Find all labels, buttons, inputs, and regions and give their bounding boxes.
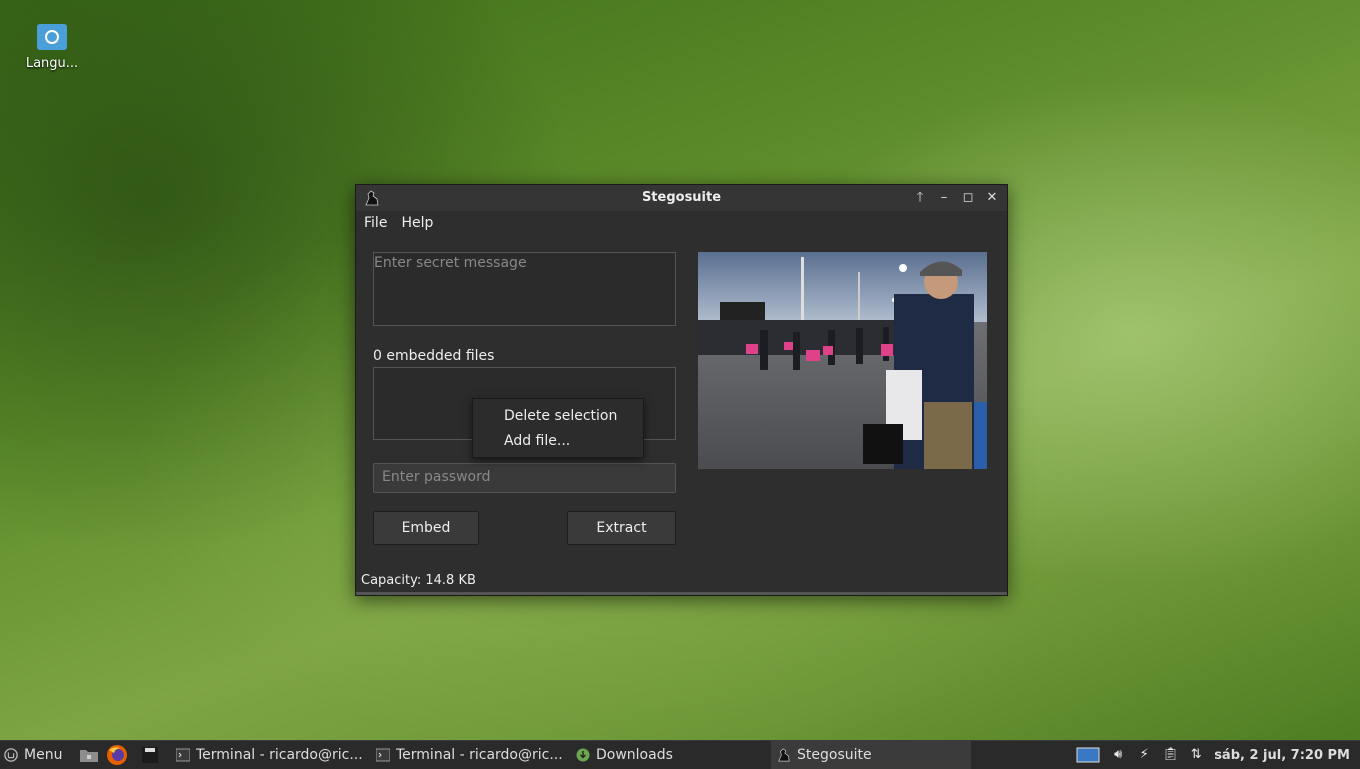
terminal-launcher-icon <box>142 747 158 763</box>
password-input[interactable]: Enter password <box>373 463 676 493</box>
firefox-launcher[interactable] <box>106 741 128 769</box>
workspace-switcher-icon[interactable] <box>1076 746 1100 764</box>
power-icon[interactable]: ⚡︎ <box>1136 747 1152 763</box>
folder-icon <box>80 750 98 762</box>
menu-label: Menu <box>24 747 63 763</box>
task-label: Terminal - ricardo@ric... <box>196 747 363 763</box>
terminal-icon <box>376 748 390 762</box>
menu-bar: File Help <box>356 211 1007 235</box>
network-icon[interactable]: ⇅ <box>1188 747 1204 763</box>
volume-icon[interactable]: 🔊︎ <box>1110 747 1126 763</box>
show-desktop-button[interactable] <box>141 741 159 769</box>
clock[interactable]: sáb, 2 jul, 7:20 PM <box>1214 748 1350 763</box>
delete-selection-item[interactable]: Delete selection <box>504 408 617 424</box>
language-flag-icon <box>37 24 67 50</box>
password-placeholder: Enter password <box>382 469 491 485</box>
maximize-icon[interactable]: ◻ <box>959 189 977 207</box>
title-bar[interactable]: Stegosuite 🡑 – ◻ ✕ <box>356 185 1007 211</box>
protest-photo <box>698 252 987 469</box>
extract-button[interactable]: Extract <box>567 511 676 545</box>
embed-button[interactable]: Embed <box>373 511 479 545</box>
taskbar: Menu Terminal - ricardo@ric... Terminal … <box>0 740 1360 769</box>
minimize-icon[interactable]: – <box>935 189 953 207</box>
mint-logo-icon <box>4 748 18 762</box>
task-downloads[interactable]: Downloads <box>576 741 673 769</box>
stegosuite-window: Stegosuite 🡑 – ◻ ✕ File Help Enter secre… <box>355 184 1008 596</box>
stegosuite-app-icon <box>778 748 790 762</box>
secret-message-placeholder: Enter secret message <box>374 255 527 271</box>
task-label: Terminal - ricardo@ric... <box>396 747 563 763</box>
context-menu: Delete selection Add file... <box>472 398 644 458</box>
desktop-icon-label: Langu... <box>25 56 79 71</box>
task-terminal-1[interactable]: Terminal - ricardo@ric... <box>176 741 363 769</box>
firefox-icon <box>107 745 127 765</box>
close-icon[interactable]: ✕ <box>983 189 1001 207</box>
cover-image-preview <box>698 252 987 469</box>
terminal-icon <box>176 748 190 762</box>
task-terminal-2[interactable]: Terminal - ricardo@ric... <box>376 741 563 769</box>
start-menu-button[interactable]: Menu <box>4 741 62 769</box>
window-title: Stegosuite <box>641 190 722 205</box>
desktop-icon-language[interactable]: Langu... <box>18 24 86 71</box>
files-launcher[interactable] <box>79 741 99 769</box>
secret-message-input[interactable]: Enter secret message <box>373 252 676 326</box>
task-label: Downloads <box>596 747 673 763</box>
menu-file[interactable]: File <box>359 213 392 233</box>
download-icon <box>576 748 590 762</box>
add-file-item[interactable]: Add file... <box>504 433 570 449</box>
task-label: Stegosuite <box>797 747 872 763</box>
window-bottom-border <box>356 592 1007 595</box>
embedded-files-label: 0 embedded files <box>373 348 495 364</box>
clipboard-icon[interactable]: 📋︎ <box>1162 747 1179 763</box>
keep-above-icon[interactable]: 🡑 <box>911 189 929 207</box>
system-tray: 🔊︎ ⚡︎ 📋︎ ⇅ sáb, 2 jul, 7:20 PM <box>1076 741 1350 769</box>
menu-help[interactable]: Help <box>396 213 438 233</box>
task-stegosuite[interactable]: Stegosuite <box>771 741 971 769</box>
capacity-label: Capacity: 14.8 KB <box>361 573 476 588</box>
